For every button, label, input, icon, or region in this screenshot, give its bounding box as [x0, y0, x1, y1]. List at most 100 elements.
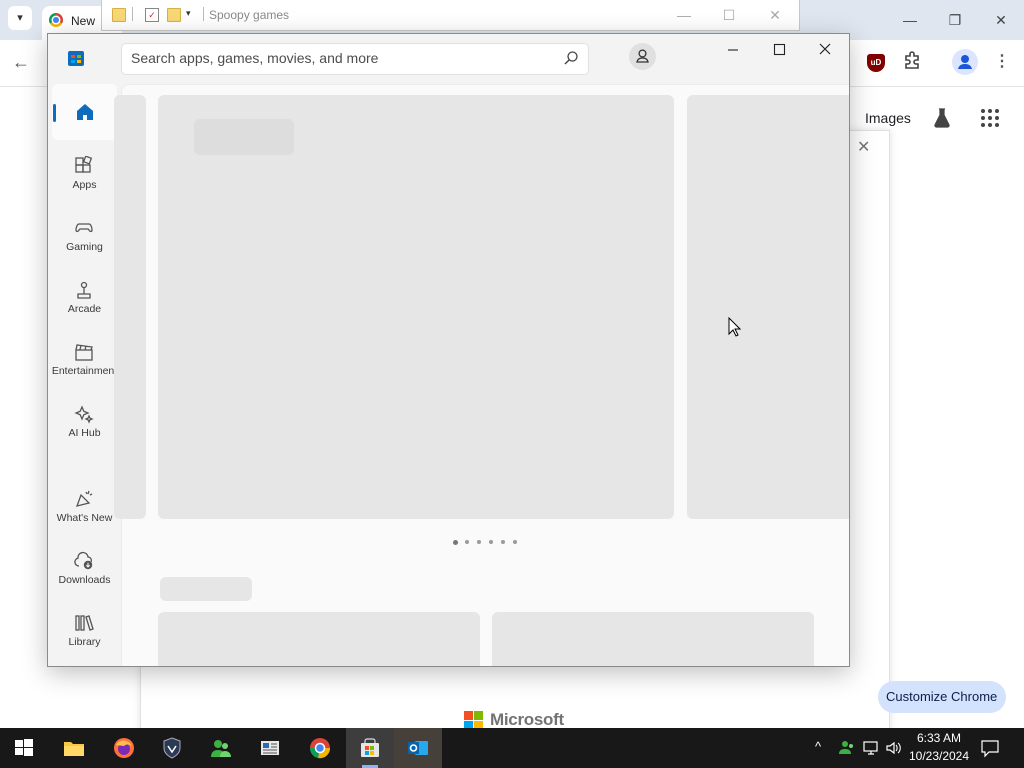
account-button[interactable] [629, 43, 656, 70]
search-icon[interactable] [563, 50, 579, 66]
images-link[interactable]: Images [865, 110, 911, 126]
divider [203, 7, 204, 21]
nav-item-whats-new[interactable]: What's New [48, 485, 121, 545]
nav-item-label: Apps [72, 179, 97, 191]
windows-taskbar: ^ [0, 728, 1024, 768]
hero-card[interactable] [158, 95, 674, 519]
nav-item-gaming[interactable]: Gaming [48, 214, 121, 274]
show-hidden-icons-chevron-icon[interactable]: ^ [815, 739, 821, 754]
microsoft-store-window: Apps Gaming Arcade Entertainment AI Hub … [47, 33, 850, 667]
hero-title-placeholder [194, 119, 294, 155]
labs-flask-icon[interactable] [930, 106, 954, 130]
nav-item-label: What's New [56, 512, 113, 524]
volume-icon[interactable] [885, 739, 903, 757]
store-close-button[interactable] [802, 34, 848, 66]
taskbar-security-app[interactable] [148, 728, 196, 768]
chrome-close-button[interactable]: ✕ [987, 6, 1015, 34]
entertainment-clapper-icon [75, 344, 93, 361]
gaming-controller-icon [75, 223, 93, 233]
store-minimize-button[interactable] [710, 34, 756, 66]
nav-item-label: Downloads [58, 574, 111, 586]
taskbar-outlook[interactable] [394, 728, 442, 768]
taskbar-file-explorer[interactable] [50, 728, 98, 768]
taskbar-news-app[interactable] [246, 728, 294, 768]
more-menu-icon[interactable]: ⋮ [990, 50, 1014, 74]
back-arrow-icon[interactable]: ← [9, 50, 33, 74]
news-icon [261, 741, 279, 755]
carousel-dot[interactable] [477, 540, 481, 544]
network-icon[interactable] [862, 739, 880, 757]
extensions-icon[interactable] [900, 50, 924, 74]
search-input[interactable] [131, 50, 551, 66]
store-title-bar [48, 34, 849, 84]
chrome-restore-button[interactable]: ❐ [941, 6, 969, 34]
carousel-dot-active[interactable] [453, 540, 458, 545]
action-center-icon[interactable] [980, 738, 1000, 758]
people-icon [211, 740, 231, 757]
home-icon [77, 104, 93, 120]
taskbar-people-app[interactable] [197, 728, 245, 768]
person-icon [636, 49, 649, 63]
tab-search-button[interactable]: ▾ [8, 6, 32, 30]
carousel-dot[interactable] [465, 540, 469, 544]
explorer-maximize-button[interactable]: ☐ [715, 1, 743, 29]
content-card-placeholder[interactable] [492, 612, 814, 666]
nav-item-label: Library [68, 636, 101, 648]
shield-icon [163, 737, 181, 759]
hero-card-next[interactable] [687, 95, 849, 519]
explorer-minimize-button[interactable]: — [670, 1, 698, 29]
explorer-window-title: Spoopy games [209, 8, 290, 22]
start-button[interactable] [0, 728, 48, 768]
carousel-dot[interactable] [513, 540, 517, 544]
ai-sparkle-icon [74, 405, 94, 424]
nav-item-apps[interactable]: Apps [48, 152, 121, 212]
firefox-icon [114, 738, 134, 758]
taskbar-firefox[interactable] [100, 728, 148, 768]
store-home-content [114, 84, 849, 666]
chrome-tab-title: New [71, 14, 96, 28]
new-folder-icon[interactable] [167, 8, 181, 22]
nav-item-label: Entertainment [51, 365, 118, 377]
profile-icon[interactable] [952, 49, 978, 75]
nav-item-label: Gaming [66, 241, 103, 253]
store-search-box[interactable] [121, 43, 589, 75]
downloads-icon [74, 551, 93, 570]
nav-item-arcade[interactable]: Arcade [48, 276, 121, 336]
hero-card-previous[interactable] [114, 95, 146, 519]
carousel-dot[interactable] [501, 540, 505, 544]
microsoft-brand-text: Microsoft [490, 710, 564, 729]
nav-item-home[interactable] [48, 84, 121, 140]
content-card-placeholder[interactable] [158, 612, 480, 666]
outlook-icon [408, 741, 428, 755]
properties-icon[interactable]: ✓ [145, 8, 159, 22]
taskbar-clock-time[interactable]: 6:33 AM [915, 731, 963, 745]
library-icon [75, 615, 94, 631]
ublock-origin-icon[interactable]: uD [867, 54, 885, 72]
nav-item-library[interactable]: Library [48, 609, 121, 666]
customize-chrome-button[interactable]: Customize Chrome [878, 681, 1006, 713]
whats-new-icon [75, 490, 93, 507]
people-tray-icon[interactable] [838, 738, 856, 756]
nav-item-entertainment[interactable]: Entertainment [48, 338, 121, 398]
file-explorer-icon [64, 742, 84, 756]
taskbar-clock-date[interactable]: 10/23/2024 [908, 749, 970, 763]
close-icon[interactable]: ✕ [857, 137, 870, 157]
store-maximize-button[interactable] [756, 34, 802, 66]
arcade-joystick-icon [77, 281, 91, 299]
taskbar-chrome[interactable] [296, 728, 344, 768]
apps-grid-icon[interactable] [979, 107, 1001, 129]
nav-item-label: AI Hub [68, 427, 101, 439]
customize-chrome-label: Customize Chrome [886, 689, 998, 704]
windows-logo-icon [15, 739, 33, 756]
nav-item-downloads[interactable]: Downloads [48, 547, 121, 607]
nav-item-ai-hub[interactable]: AI Hub [48, 400, 121, 460]
quick-access-dropdown-icon[interactable]: ▾ [186, 8, 191, 19]
section-title-placeholder [160, 577, 252, 601]
chrome-favicon [49, 13, 63, 27]
carousel-dot[interactable] [489, 540, 493, 544]
taskbar-microsoft-store[interactable] [346, 728, 394, 768]
explorer-close-button[interactable]: ✕ [761, 1, 789, 29]
chrome-icon [309, 738, 331, 759]
chrome-minimize-button[interactable]: — [896, 6, 924, 34]
mouse-cursor-icon [728, 316, 742, 340]
